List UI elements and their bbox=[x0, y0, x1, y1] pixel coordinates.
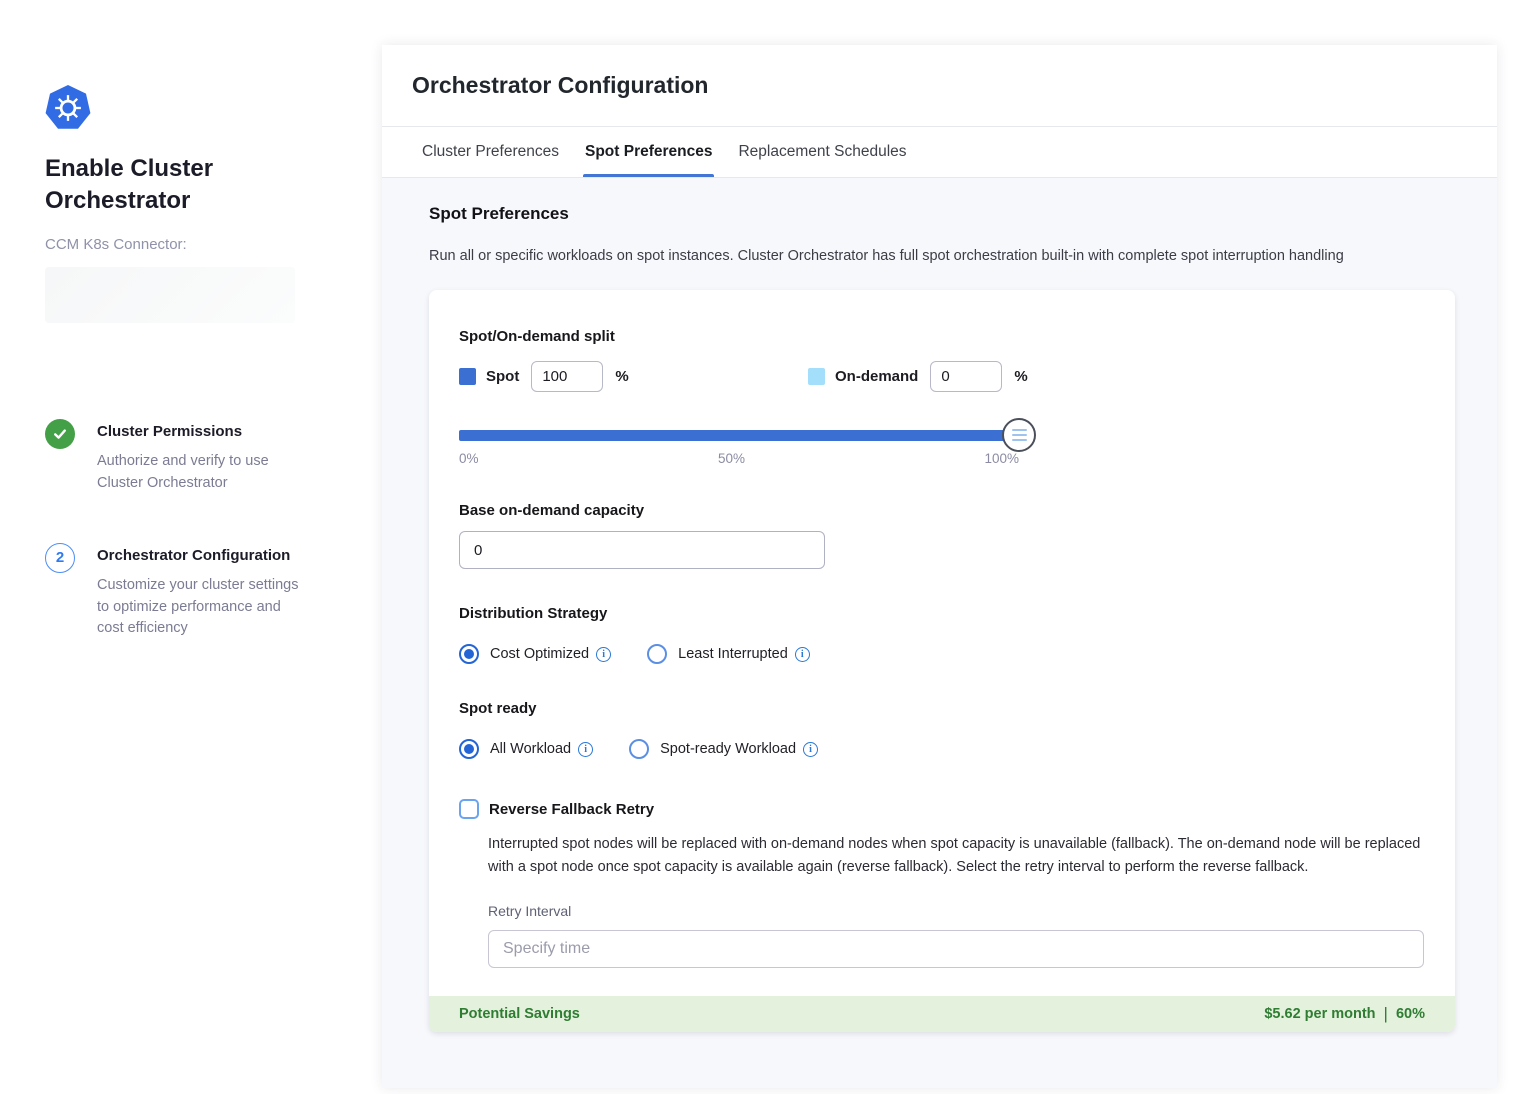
radio-label: Least Interrupted bbox=[678, 646, 788, 662]
savings-amount: $5.62 per month bbox=[1264, 1006, 1375, 1022]
spot-ready-label: Spot ready bbox=[459, 700, 1425, 717]
spot-ready-group: Spot ready All Workload i Spot-ready Wor… bbox=[459, 700, 1425, 759]
spot-percent-input[interactable] bbox=[531, 361, 603, 392]
radio-label: Spot-ready Workload bbox=[660, 741, 796, 757]
split-slider-scale: 0% 50% 100% bbox=[459, 451, 1019, 466]
reverse-fallback-group: Reverse Fallback Retry Interrupted spot … bbox=[459, 799, 1425, 968]
connector-label: CCM K8s Connector: bbox=[45, 236, 342, 253]
scale-max-label: 100% bbox=[984, 451, 1019, 466]
ondemand-label: On-demand bbox=[835, 368, 918, 385]
split-row: Spot % On-demand % bbox=[459, 361, 1425, 392]
radio-all-workload[interactable]: All Workload i bbox=[459, 739, 593, 759]
base-capacity-input[interactable] bbox=[459, 531, 825, 569]
step-description: Customize your cluster settings to optim… bbox=[97, 575, 302, 640]
ondemand-color-swatch bbox=[808, 368, 825, 385]
ondemand-split-item: On-demand % bbox=[808, 361, 1028, 392]
step-complete-check-icon bbox=[45, 419, 75, 449]
distribution-strategy-label: Distribution Strategy bbox=[459, 605, 1425, 622]
radio-least-interrupted[interactable]: Least Interrupted i bbox=[647, 644, 810, 664]
split-slider-handle[interactable] bbox=[1002, 418, 1036, 452]
savings-percent: 60% bbox=[1396, 1006, 1425, 1022]
step-description: Authorize and verify to use Cluster Orch… bbox=[97, 451, 302, 495]
connector-value-placeholder bbox=[45, 267, 295, 323]
reverse-fallback-description: Interrupted spot nodes will be replaced … bbox=[488, 833, 1424, 879]
panel-header: Orchestrator Configuration bbox=[382, 45, 1497, 127]
kubernetes-icon bbox=[45, 85, 91, 131]
spot-preferences-card: Spot/On-demand split Spot % On-demand % bbox=[429, 290, 1455, 1032]
split-slider: 0% 50% 100% bbox=[459, 430, 1019, 466]
wizard-title: Enable Cluster Orchestrator bbox=[45, 153, 275, 216]
radio-unselected-icon[interactable] bbox=[647, 644, 667, 664]
radio-selected-icon[interactable] bbox=[459, 644, 479, 664]
split-label: Spot/On-demand split bbox=[459, 328, 1425, 345]
radio-spot-ready-workload[interactable]: Spot-ready Workload i bbox=[629, 739, 818, 759]
distribution-strategy-group: Distribution Strategy Cost Optimized i L… bbox=[459, 605, 1425, 664]
radio-selected-icon[interactable] bbox=[459, 739, 479, 759]
ondemand-percent-sign: % bbox=[1014, 368, 1027, 385]
step-number-badge: 2 bbox=[45, 543, 75, 573]
spot-label: Spot bbox=[486, 368, 519, 385]
potential-savings-value: $5.62 per month | 60% bbox=[1264, 1004, 1425, 1024]
base-capacity-label: Base on-demand capacity bbox=[459, 502, 1425, 519]
info-icon[interactable]: i bbox=[578, 742, 593, 757]
page-title: Orchestrator Configuration bbox=[412, 72, 708, 99]
scale-min-label: 0% bbox=[459, 451, 479, 466]
tabbar: Cluster Preferences Spot Preferences Rep… bbox=[382, 127, 1497, 178]
info-icon[interactable]: i bbox=[803, 742, 818, 757]
savings-divider: | bbox=[1384, 1004, 1388, 1024]
scale-mid-label: 50% bbox=[718, 451, 745, 466]
spot-color-swatch bbox=[459, 368, 476, 385]
step-orchestrator-configuration[interactable]: 2 Orchestrator Configuration Customize y… bbox=[45, 543, 342, 640]
spot-split-item: Spot % bbox=[459, 361, 808, 392]
step-title: Cluster Permissions bbox=[97, 423, 302, 440]
step-cluster-permissions[interactable]: Cluster Permissions Authorize and verify… bbox=[45, 419, 342, 495]
ondemand-percent-input[interactable] bbox=[930, 361, 1002, 392]
tab-content: Spot Preferences Run all or specific wor… bbox=[382, 178, 1497, 1088]
radio-cost-optimized[interactable]: Cost Optimized i bbox=[459, 644, 611, 664]
info-icon[interactable]: i bbox=[596, 647, 611, 662]
tab-cluster-preferences[interactable]: Cluster Preferences bbox=[420, 127, 561, 177]
section-title: Spot Preferences bbox=[429, 204, 1455, 224]
section-description: Run all or specific workloads on spot in… bbox=[429, 248, 1455, 264]
radio-unselected-icon[interactable] bbox=[629, 739, 649, 759]
base-capacity-group: Base on-demand capacity bbox=[459, 502, 1425, 569]
potential-savings-label: Potential Savings bbox=[459, 1006, 580, 1022]
potential-savings-bar: Potential Savings $5.62 per month | 60% bbox=[429, 996, 1455, 1032]
reverse-fallback-label: Reverse Fallback Retry bbox=[489, 801, 654, 818]
info-icon[interactable]: i bbox=[795, 647, 810, 662]
sidebar: Enable Cluster Orchestrator CCM K8s Conn… bbox=[0, 0, 382, 1094]
retry-interval-label: Retry Interval bbox=[488, 903, 1425, 919]
tab-spot-preferences[interactable]: Spot Preferences bbox=[583, 127, 715, 177]
wizard-steps: Cluster Permissions Authorize and verify… bbox=[45, 419, 342, 640]
main-panel: Orchestrator Configuration Cluster Prefe… bbox=[382, 45, 1497, 1088]
radio-label: All Workload bbox=[490, 741, 571, 757]
step-title: Orchestrator Configuration bbox=[97, 547, 302, 564]
spot-percent-sign: % bbox=[615, 368, 628, 385]
radio-label: Cost Optimized bbox=[490, 646, 589, 662]
reverse-fallback-checkbox[interactable] bbox=[459, 799, 479, 819]
retry-interval-input[interactable] bbox=[488, 930, 1424, 968]
split-slider-track[interactable] bbox=[459, 430, 1019, 441]
tab-replacement-schedules[interactable]: Replacement Schedules bbox=[736, 127, 908, 177]
